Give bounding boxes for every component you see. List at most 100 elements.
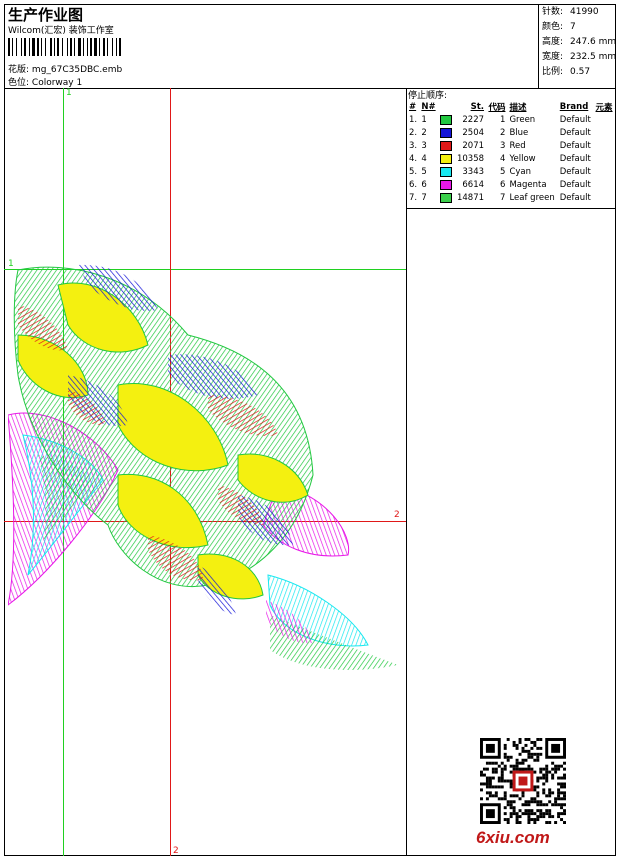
qr-module [515, 812, 519, 816]
qr-module [512, 764, 516, 768]
qr-module [539, 746, 543, 750]
qr-module [530, 809, 534, 813]
qr-module [515, 821, 519, 824]
qr-module [533, 743, 537, 747]
qr-center-logo-core [518, 776, 528, 786]
qr-module [512, 809, 516, 813]
qr-module [545, 821, 549, 824]
col-number: N# [421, 101, 436, 112]
qr-module [500, 785, 504, 789]
col-brand: Brand [559, 101, 589, 112]
barcode-bar [74, 38, 75, 56]
row-description: Magenta [509, 179, 547, 190]
row-number: 4 [421, 153, 427, 164]
row-brand: Default [559, 179, 591, 190]
row-code: 6 [500, 179, 506, 190]
qr-module [563, 785, 566, 789]
qr-module [503, 752, 507, 756]
qr-module [536, 752, 540, 756]
qr-module [542, 812, 546, 816]
qr-module [524, 738, 528, 741]
qr-module [527, 755, 531, 759]
barcode-bar [37, 38, 39, 56]
qr-module [563, 767, 566, 771]
row-number: 5 [421, 166, 427, 177]
qr-module [545, 770, 549, 774]
qr-module [563, 776, 566, 780]
qr-module [503, 791, 507, 795]
qr-module [557, 782, 561, 786]
row-index: 4. [409, 153, 418, 164]
row-stitches: 2227 [438, 113, 486, 126]
col-code: 代码 [488, 102, 506, 113]
qr-module [518, 821, 522, 824]
qr-module [536, 785, 540, 789]
qr-module [533, 752, 537, 756]
watermark-text: 6xiu.com [476, 828, 550, 847]
colorway-label: 色位: [8, 78, 30, 88]
qr-module [536, 779, 540, 783]
qr-module [533, 740, 537, 744]
qr-module [542, 782, 546, 786]
qr-module [533, 758, 537, 762]
qr-module [491, 785, 495, 789]
qr-module [485, 761, 489, 765]
qr-module [548, 788, 552, 792]
qr-module [530, 812, 534, 816]
qr-finder-inner [551, 743, 561, 753]
qr-module [518, 761, 522, 765]
row-element [594, 152, 615, 165]
qr-module [530, 767, 534, 771]
qr-module [548, 800, 552, 804]
qr-module [512, 767, 516, 771]
qr-module [527, 812, 531, 816]
qr-module [482, 782, 486, 786]
qr-module [515, 815, 519, 819]
qr-module [533, 812, 537, 816]
qr-module [539, 770, 543, 774]
barcode-bar [50, 38, 52, 56]
qr-module [542, 803, 546, 807]
qr-module [500, 761, 504, 765]
qr-module [524, 800, 528, 804]
row-brand: Default [559, 114, 591, 125]
barcode-bar [32, 38, 35, 56]
qr-module [524, 803, 528, 807]
barcode-bar [57, 38, 59, 56]
qr-module [524, 749, 528, 753]
qr-module [494, 794, 498, 798]
qr-module [551, 815, 555, 819]
qr-module [530, 797, 534, 801]
qr-module [491, 761, 495, 765]
qr-module [509, 800, 513, 804]
qr-module [521, 758, 525, 762]
color-swatch [440, 179, 452, 190]
row-stitches: 3343 [438, 165, 486, 178]
qr-module [521, 812, 525, 816]
qr-module [545, 803, 549, 807]
qr-module [536, 803, 540, 807]
qr-module [536, 818, 540, 822]
barcode-bar [112, 38, 113, 56]
qr-module [563, 809, 566, 813]
qr-module [518, 752, 522, 756]
row-index: 1. [409, 114, 418, 125]
table-bottom-divider [406, 208, 616, 209]
qr-module [542, 791, 546, 795]
col-description: 描述 [509, 102, 527, 113]
qr-module [536, 746, 540, 750]
qr-module [488, 782, 492, 786]
qr-module [485, 791, 489, 795]
qr-module [560, 797, 564, 801]
qr-module [503, 794, 507, 798]
barcode-bar [94, 38, 97, 56]
qr-module [542, 788, 546, 792]
design-label: 花版: [8, 65, 30, 75]
qr-module [554, 803, 558, 807]
qr-module [542, 776, 546, 780]
qr-module [503, 812, 507, 816]
qr-module [503, 746, 507, 750]
qr-module [524, 809, 528, 813]
qr-module [554, 800, 558, 804]
qr-module [506, 821, 510, 824]
